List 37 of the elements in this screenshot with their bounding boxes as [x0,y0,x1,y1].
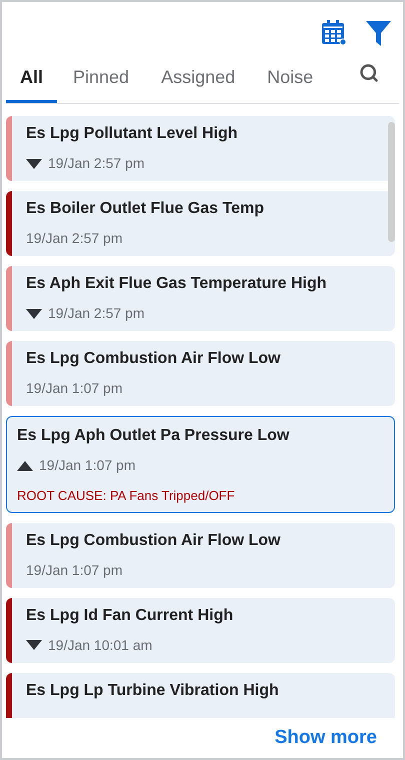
alarm-time: 19/Jan 2:57 pm [48,304,145,323]
alarm-title: Es Aph Exit Flue Gas Temperature High [26,274,328,294]
alarm-title: Es Lpg Lp Turbine Vibration High [26,680,280,700]
tab[interactable]: Assigned [149,46,248,103]
alarm-title: Es Lpg Id Fan Current High [26,606,234,626]
alarm-time: 19/Jan 2:57 pm [48,154,145,173]
tab[interactable]: All [6,46,58,103]
tab[interactable]: Noise [255,46,326,103]
alarm-card[interactable]: Es Lpg Combustion Air Flow Low 19/Jan 1:07 pm [6,522,395,588]
root-cause-text: ROOT CAUSE: PA Fans Tripped/OFF [17,487,236,505]
down-triangle-icon [26,158,42,168]
alarm-time: 19/Jan 1:07 pm [39,456,136,475]
alarm-title: Es Lpg Aph Outlet Pa Pressure Low [17,426,290,446]
alarm-title: Es Lpg Combustion Air Flow Low [26,349,282,369]
filter-icon[interactable] [366,20,391,46]
down-triangle-icon [26,308,42,318]
down-triangle-icon [26,640,42,650]
alarm-time: 19/Jan 10:01 am [48,636,152,654]
alarm-card[interactable]: Es Aph Exit Flue Gas Temperature High 19/Jan 2:57 pm [6,266,395,331]
show-more-link[interactable]: Show more [274,724,377,752]
alarm-card[interactable]: Es Lpg Id Fan Current High 19/Jan 10:01 am [6,598,395,662]
alarm-time: 19/Jan 1:07 pm [26,379,123,398]
alarm-title: Es Boiler Outlet Flue Gas Temp [26,199,265,219]
alarm-card[interactable]: Es Lpg Combustion Air Flow Low 19/Jan 1:07 pm [6,341,395,406]
tab[interactable]: Pinned [61,46,142,103]
alarm-time: 19/Jan 1:07 pm [26,560,123,580]
search-icon[interactable] [359,63,379,83]
alarm-time: 19/Jan 2:57 pm [26,229,123,248]
alarm-title: Es Lpg Pollutant Level High [26,124,239,144]
scrollbar[interactable] [388,122,395,242]
alarm-card[interactable]: Es Lpg Lp Turbine Vibration High [6,672,395,718]
alarm-card[interactable]: Es Lpg Aph Outlet Pa Pressure Low 19/Jan 1:07 pm ROOT CAUSE: PA Fans Tripped/OFF [6,416,395,512]
alarm-card[interactable]: Es Boiler Outlet Flue Gas Temp 19/Jan 2:57 pm [6,191,395,256]
alarm-title: Es Lpg Combustion Air Flow Low [26,530,282,550]
alarm-card[interactable]: Es Lpg Pollutant Level High 19/Jan 2:57 pm [6,116,395,181]
calendar-icon[interactable] [322,20,346,46]
up-triangle-icon [17,460,33,470]
